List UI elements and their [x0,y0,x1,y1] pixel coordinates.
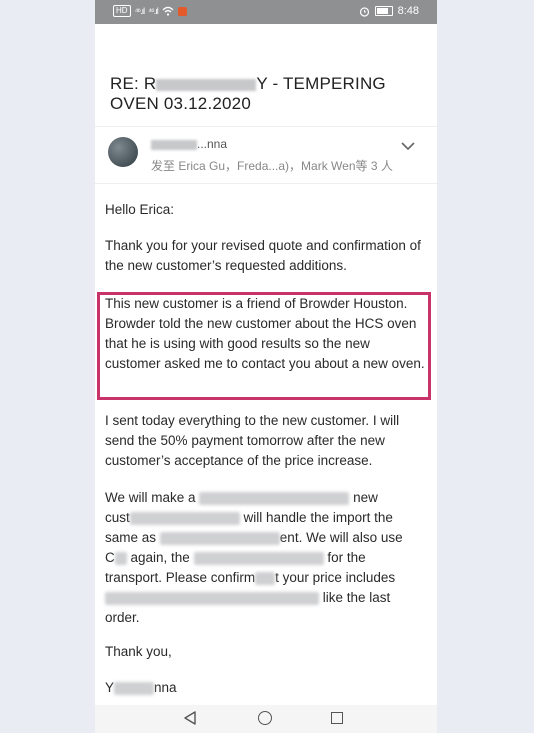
paragraph-3: I sent today everything to the new custo… [105,413,400,468]
recipients: 发至 Erica Gu，Freda...a)，Mark Wen等 3 人 [151,159,393,173]
signature: Ynna [105,680,177,695]
status-bar: HD ⁴⁶.ıl ⁴⁶.ıl 8:48 [95,0,437,24]
signal-icon-2: ⁴⁶.ıl [148,6,159,16]
paragraph-1: Thank you for your revised quote and con… [105,238,421,273]
recent-apps-icon[interactable] [331,712,343,724]
hd-badge: HD [113,5,131,17]
redacted-text [255,571,276,585]
signature-initial: Y [105,680,115,695]
signal-icon: ⁴⁶.ıl [134,6,146,16]
subject-prefix: RE: R [110,74,157,93]
sender-name: ...nna [151,137,227,151]
battery-icon [374,6,393,16]
closing: Thank you, [105,644,172,659]
p4-text: again, the [130,550,190,565]
back-icon[interactable] [183,711,197,725]
p4-text: for the [327,550,366,565]
redacted-text [105,591,319,605]
p4-text: cust [105,510,130,525]
clock: 8:48 [397,5,419,17]
alarm-icon [359,6,369,17]
greeting: Hello Erica: [105,202,175,217]
signature-suffix: nna [154,680,177,695]
p4-text: ent. We will also use [279,530,403,545]
redacted-signature [114,681,155,695]
email-body: Hello Erica: Thank you for your revised … [105,200,427,292]
redacted-text [114,551,127,565]
paragraph-4-partially-redacted: We will make a new cust will handle the … [105,488,427,628]
wifi-icon [162,6,174,16]
p4-text: We will make a [105,490,196,505]
p4-text: like the last [322,590,391,605]
redacted-text [199,491,350,505]
highlighted-paragraph: This new customer is a friend of Browder… [105,296,425,371]
email-subject: RE: R Y - TEMPERING OVEN 03.12.2020 [110,74,430,114]
home-icon[interactable] [258,711,272,725]
p4-text: new [353,490,378,505]
app-notification-icon [177,6,187,16]
redacted-text [129,511,240,525]
redacted-text [193,551,324,565]
sender-suffix: ...nna [197,137,228,151]
phone-screen: HD ⁴⁶.ıl ⁴⁶.ıl 8:48 RE: R Y - TEMPERING O… [95,0,437,733]
p4-text: same as [105,530,157,545]
p4-text: will handle the import the [243,510,393,525]
redacted-subject [156,78,257,91]
avatar[interactable] [108,137,138,167]
p4-text: C [105,550,115,565]
redacted-text [159,531,280,545]
chevron-down-icon[interactable] [401,141,415,151]
subject-line2: OVEN 03.12.2020 [110,94,251,113]
p4-text: order. [105,610,140,625]
subject-suffix: Y - TEMPERING [256,74,386,93]
redacted-sender [151,139,197,150]
sender-row[interactable]: ...nna 发至 Erica Gu，Freda...a)，Mark Wen等 … [95,126,437,184]
android-nav-bar [95,705,437,733]
p4-text: transport. Please confirm [105,570,256,585]
p4-text: t your price includes [275,570,396,585]
